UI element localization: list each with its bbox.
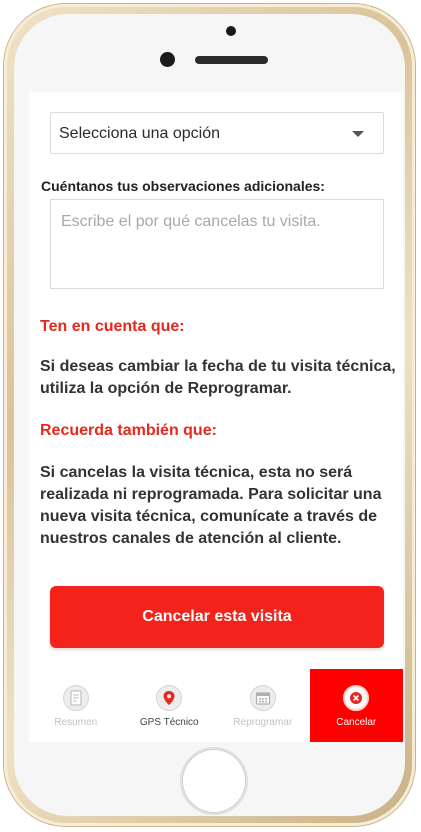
tab-resumen[interactable]: Resumen: [29, 669, 123, 742]
observations-field[interactable]: [50, 199, 384, 289]
chevron-down-icon: [352, 131, 364, 137]
cancel-visit-button[interactable]: Cancelar esta visita: [50, 586, 384, 648]
tab-reprogramar[interactable]: Reprogramar: [216, 669, 310, 742]
close-icon: [343, 685, 370, 711]
observations-label: Cuéntanos tus observaciones adicionales:: [41, 178, 325, 194]
reason-select-value: Selecciona una opción: [59, 125, 221, 142]
tab-cancelar[interactable]: Cancelar: [309, 669, 403, 742]
location-pin-icon: [156, 685, 183, 711]
notice-text-1: Si deseas cambiar la fecha de tu visita …: [40, 358, 396, 397]
tab-label: Resumen: [54, 717, 98, 728]
front-camera: [160, 52, 175, 67]
bottom-tab-bar: Resumen GPS Técnico Reprogramar Cancelar: [29, 669, 403, 742]
earpiece-speaker: [195, 56, 268, 64]
tab-label: GPS Técnico: [139, 717, 199, 728]
phone-frame: Selecciona una opción Cuéntanos tus obse…: [4, 4, 415, 826]
reason-select[interactable]: Selecciona una opción: [50, 112, 384, 154]
calendar-icon: [249, 685, 276, 711]
notice-text-2: Si cancelas la visita técnica, esta no s…: [40, 464, 382, 547]
notice-heading-1: Ten en cuenta que:: [40, 318, 185, 335]
notice-heading-2: Recuerda también que:: [40, 422, 217, 439]
document-icon: [62, 685, 89, 711]
home-button[interactable]: [180, 747, 248, 815]
sensor-dot: [226, 26, 236, 36]
tab-gps-tecnico[interactable]: GPS Técnico: [123, 669, 217, 742]
tab-label: Cancelar: [336, 717, 377, 728]
tab-label: Reprogramar: [233, 717, 293, 728]
app-screen: Selecciona una opción Cuéntanos tus obse…: [29, 92, 403, 742]
